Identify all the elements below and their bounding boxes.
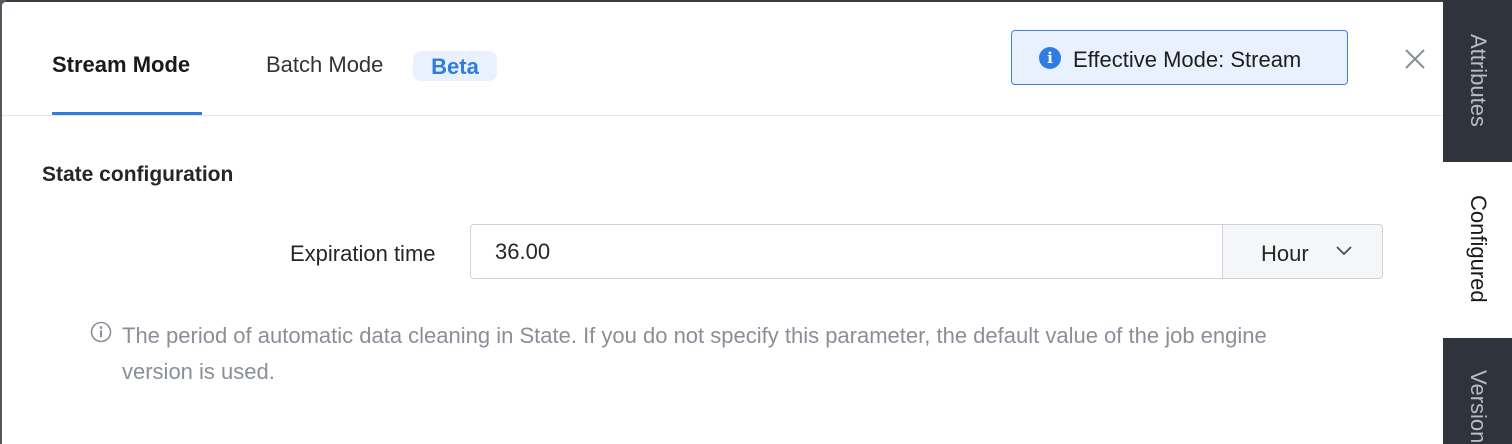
tab-batch-mode[interactable]: Batch Mode bbox=[266, 52, 383, 78]
beta-badge: Beta bbox=[413, 51, 497, 81]
help-icon bbox=[90, 321, 112, 343]
configuration-panel: Stream Mode Batch Mode Beta i Effective … bbox=[2, 2, 1443, 444]
effective-mode-text: Effective Mode: Stream bbox=[1073, 47, 1302, 72]
section-title: State configuration bbox=[42, 163, 234, 186]
side-tab-label: Configured bbox=[1466, 195, 1491, 303]
time-unit-value: Hour bbox=[1261, 241, 1309, 266]
side-tab-versions[interactable]: Versions bbox=[1443, 338, 1512, 444]
time-unit-select[interactable]: Hour bbox=[1222, 224, 1383, 279]
side-tab-attributes[interactable]: Attributes bbox=[1443, 0, 1512, 158]
effective-mode-banner: i Effective Mode: Stream bbox=[1011, 30, 1348, 85]
side-tab-configured[interactable]: Configured bbox=[1443, 162, 1512, 338]
info-icon: i bbox=[1039, 47, 1061, 69]
close-icon[interactable] bbox=[1402, 46, 1428, 72]
tab-stream-mode[interactable]: Stream Mode bbox=[52, 52, 190, 78]
expiration-time-label: Expiration time bbox=[290, 241, 436, 266]
active-tab-indicator bbox=[52, 112, 202, 115]
help-text: The period of automatic data cleaning in… bbox=[122, 323, 1267, 384]
chevron-down-icon bbox=[1336, 246, 1352, 256]
mode-tab-bar: Stream Mode Batch Mode Beta i Effective … bbox=[2, 2, 1443, 116]
expiration-time-input[interactable] bbox=[470, 224, 1222, 279]
side-tab-label: Attributes bbox=[1466, 34, 1491, 127]
side-rail: Attributes Configured Versions bbox=[1443, 0, 1512, 444]
side-tab-label: Versions bbox=[1466, 370, 1491, 444]
